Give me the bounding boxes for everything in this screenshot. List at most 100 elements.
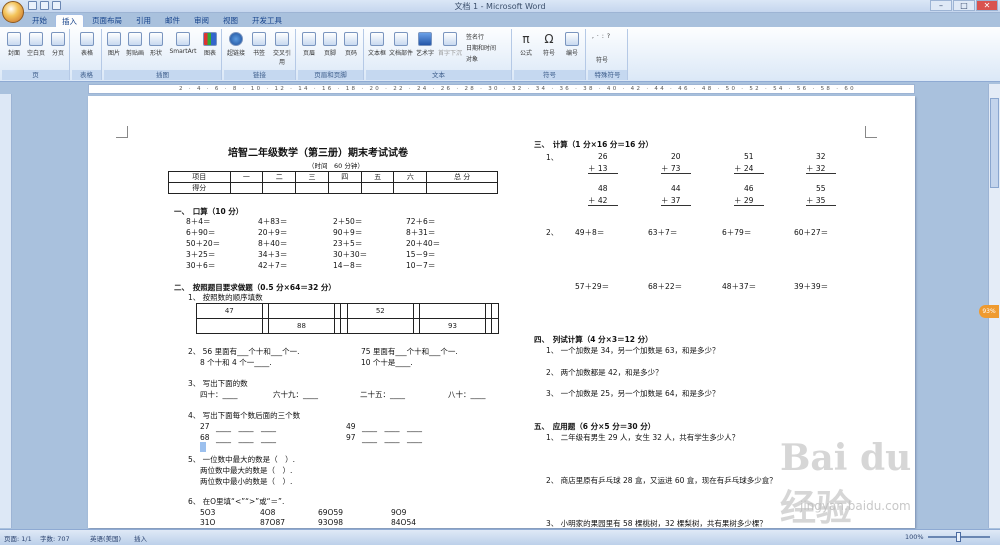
page-break-button[interactable]: 分页 <box>48 32 68 57</box>
maximize-button[interactable]: □ <box>953 0 975 11</box>
picture-button[interactable]: 图片 <box>104 32 124 57</box>
grid-cell <box>333 318 342 334</box>
language[interactable]: 英语(美国) <box>90 533 121 543</box>
special-symbols-palette[interactable]: ,·:? <box>592 33 613 40</box>
grid-cell: 47 <box>196 303 263 319</box>
drop-cap-button[interactable]: 首字下沉 <box>437 32 463 57</box>
date-time-button[interactable]: 日期和时间 <box>466 43 496 52</box>
number-order-grid: 47 52 88 93 <box>196 303 499 334</box>
tab-view[interactable]: 视图 <box>217 14 244 27</box>
window-controls: – □ ✕ <box>930 0 998 11</box>
mental-math-item: 10－7＝ <box>406 261 436 270</box>
zoom-level[interactable]: 100% <box>905 533 924 541</box>
grid-cell <box>491 303 499 319</box>
smartart-button[interactable]: SmartArt <box>168 32 198 55</box>
tab-home[interactable]: 开始 <box>26 14 53 27</box>
tab-review[interactable]: 审阅 <box>188 14 215 27</box>
sum-line <box>588 205 618 206</box>
signature-line-button[interactable]: 签名行 <box>466 32 484 41</box>
group-label: 页眉和页脚 <box>298 70 363 80</box>
footer-button[interactable]: 页脚 <box>320 32 340 57</box>
cross-reference-button[interactable]: 交叉引用 <box>272 32 292 66</box>
compare-item: 87O87 <box>260 518 285 527</box>
tab-developer[interactable]: 开发工具 <box>246 14 288 27</box>
grid-cell: 88 <box>268 318 335 334</box>
grid-cell <box>340 318 348 334</box>
symbol-button[interactable]: Ω 符号 <box>539 32 559 57</box>
compare-item: 84O54 <box>391 518 416 527</box>
office-button[interactable] <box>2 1 24 23</box>
group-header-footer: 页眉 页脚 页码 页眉和页脚 <box>298 29 364 80</box>
wordart-button[interactable]: 艺术字 <box>415 32 435 57</box>
tab-mailings[interactable]: 邮件 <box>159 14 186 27</box>
insert-mode[interactable]: 插入 <box>134 533 147 543</box>
object-button[interactable]: 对象 <box>466 54 478 63</box>
table-icon <box>80 32 94 46</box>
grid-cell <box>340 303 348 319</box>
grid-cell <box>484 318 493 334</box>
tab-references[interactable]: 引用 <box>130 14 157 27</box>
blank-page-button[interactable]: 空白页 <box>26 32 46 57</box>
numbering-button[interactable]: 编号 <box>562 32 582 57</box>
zoom-slider-thumb[interactable] <box>956 532 961 542</box>
table-button[interactable]: 表格 <box>77 32 97 57</box>
vertical-addend: 48 <box>598 184 608 193</box>
grid-cell <box>412 318 421 334</box>
q3: 3、 写出下面的数 <box>188 379 248 388</box>
grid-cell <box>261 303 270 319</box>
special-symbol-button[interactable]: 符号 <box>596 55 608 64</box>
compare-item: 9O9 <box>391 508 407 517</box>
bookmark-button[interactable]: 书签 <box>249 32 269 57</box>
equation-button[interactable]: π 公式 <box>516 32 536 57</box>
addition-item: 57＋29＝ <box>575 282 610 291</box>
baidu-watermark: Bai du 经验 jingyan.baidu.com <box>758 437 948 529</box>
hyperlink-button[interactable]: 超链接 <box>226 32 246 57</box>
addition-item: 6＋79＝ <box>722 228 752 237</box>
grid-cell <box>333 303 342 319</box>
addition-item: 48＋37＝ <box>722 282 757 291</box>
mental-math-item: 6＋90＝ <box>186 228 216 237</box>
crop-mark <box>865 126 877 138</box>
sum-line <box>734 173 764 174</box>
cover-button[interactable]: 封面 <box>4 32 24 57</box>
tab-page-layout[interactable]: 页面布局 <box>86 14 128 27</box>
grid-cell <box>268 303 335 319</box>
shapes-button[interactable]: 形状 <box>146 32 166 57</box>
vertical-ruler[interactable] <box>0 94 12 528</box>
status-bar: 页面: 1/1 字数: 707 英语(美国) 插入 100% <box>0 529 1000 545</box>
crop-mark <box>116 126 128 138</box>
page-count[interactable]: 页面: 1/1 <box>4 533 32 543</box>
smartart-icon <box>176 32 190 46</box>
side-badge[interactable]: 93% <box>979 305 999 318</box>
header-button[interactable]: 页眉 <box>299 32 319 57</box>
scrollbar-thumb[interactable] <box>990 98 999 188</box>
close-button[interactable]: ✕ <box>976 0 998 11</box>
grid-cell <box>484 303 493 319</box>
vertical-addend: 44 <box>671 184 681 193</box>
addition-item: 39＋39＝ <box>794 282 829 291</box>
group-label: 页 <box>2 70 69 80</box>
mental-math-item: 30＋6＝ <box>186 261 216 270</box>
cross-reference-icon <box>275 32 289 46</box>
vertical-addend: 55 <box>816 184 826 193</box>
word-count[interactable]: 字数: 707 <box>40 533 70 543</box>
minimize-button[interactable]: – <box>930 0 952 11</box>
horizontal-ruler[interactable]: 2 · 4 · 6 · 8 · 10 · 12 · 14 · 16 · 18 ·… <box>88 84 915 94</box>
compare-item: 69O59 <box>318 508 343 517</box>
group-pages: 封面 空白页 分页 页 <box>2 29 70 80</box>
drop-cap-icon <box>443 32 457 46</box>
tab-insert[interactable]: 插入 <box>55 14 84 27</box>
page-number-button[interactable]: 页码 <box>341 32 361 57</box>
text-cursor-selection <box>200 442 206 452</box>
quick-parts-button[interactable]: 文档部件 <box>389 32 413 57</box>
vertical-addend: 20 <box>671 152 681 161</box>
exam-title: 培智二年级数学（第三册）期末考试试卷 <box>228 148 408 159</box>
chart-button[interactable]: 图表 <box>200 32 220 57</box>
watermark-url: jingyan.baidu.com <box>800 499 911 513</box>
clipart-button[interactable]: 剪贴画 <box>125 32 145 57</box>
addition-item: 60＋27＝ <box>794 228 829 237</box>
group-label: 文本 <box>366 70 511 80</box>
textbox-button[interactable]: 文本框 <box>367 32 387 57</box>
compare-item: 93O98 <box>318 518 343 527</box>
mental-math-item: 4＋83＝ <box>258 217 288 226</box>
